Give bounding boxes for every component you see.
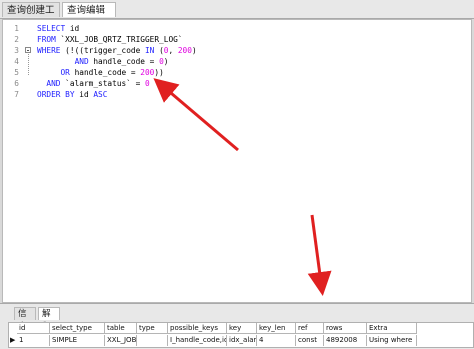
header-possible-keys[interactable]: possible_keys [168, 323, 227, 334]
cell-possible-keys[interactable]: I_handle_code,idx [168, 335, 227, 346]
cell-ref[interactable]: const [296, 335, 324, 346]
header-key[interactable]: key [227, 323, 257, 334]
cell-table[interactable]: XXL_JOB_Cref [105, 335, 137, 346]
red-arrow-to-alarm-status [153, 78, 239, 152]
cell-type[interactable] [137, 335, 168, 346]
header-rows[interactable]: rows [324, 323, 367, 334]
header-type[interactable]: type [137, 323, 168, 334]
tab-explain[interactable]: 解释 [38, 307, 60, 332]
header-extra[interactable]: Extra [367, 323, 417, 334]
explain-grid[interactable]: id select_type table type possible_keys … [8, 322, 474, 348]
red-arrow-to-rows [307, 214, 332, 296]
annotation-overlay [153, 78, 357, 344]
cell-rows[interactable]: 4892008 [324, 335, 367, 346]
cell-key-len[interactable]: 4 [257, 335, 296, 346]
header-select-type[interactable]: select_type [50, 323, 105, 334]
header-id[interactable]: id [17, 323, 50, 334]
cell-id[interactable]: 1 [17, 335, 50, 346]
header-ref[interactable]: ref [296, 323, 324, 334]
cell-extra[interactable]: Using where [367, 335, 417, 346]
row-marker: ▶ [10, 336, 16, 344]
tab-info[interactable]: 信息 [14, 307, 36, 332]
cell-select-type[interactable]: SIMPLE [50, 335, 105, 346]
header-key-len[interactable]: key_len [257, 323, 296, 334]
result-panel: 信息 解释 id select_type table type possible… [0, 303, 474, 349]
header-table[interactable]: table [105, 323, 137, 334]
cell-key[interactable]: idx_alarm [227, 335, 257, 346]
